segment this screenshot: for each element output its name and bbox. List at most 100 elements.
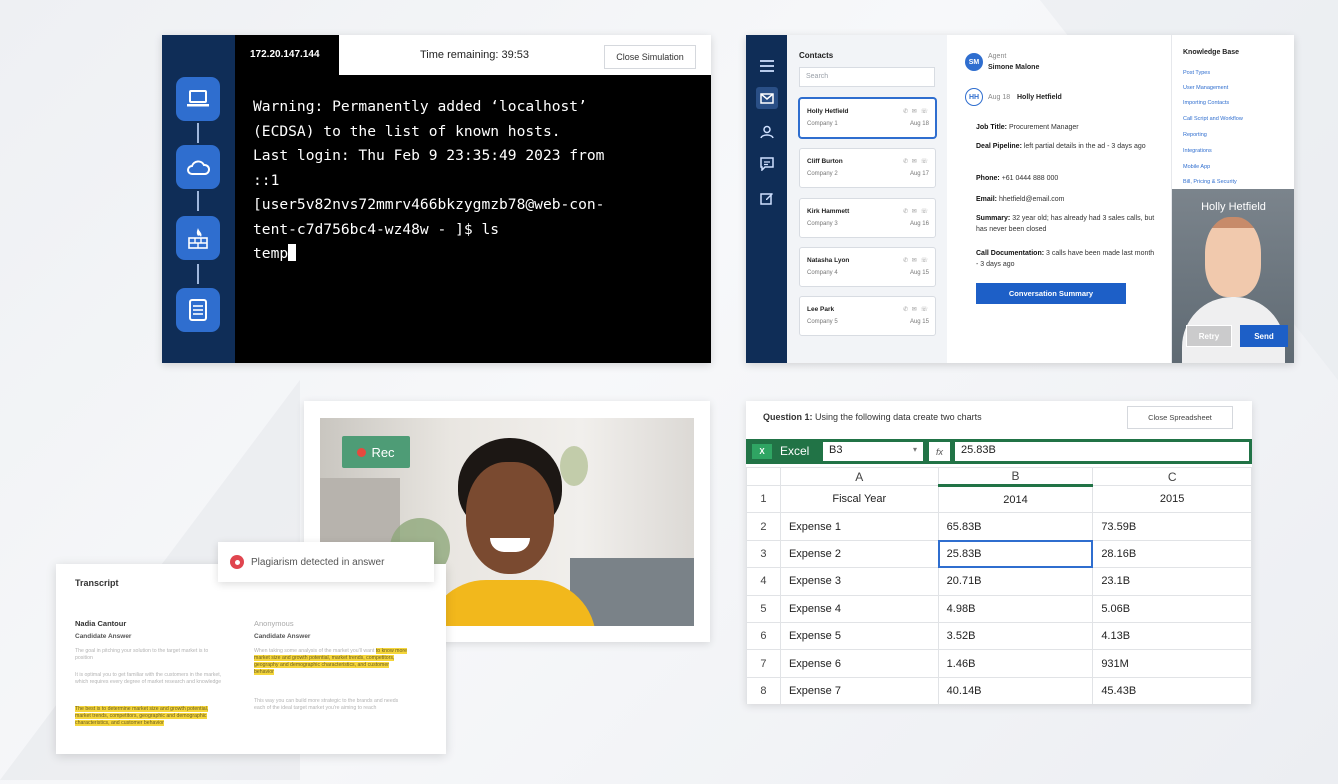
- contact-card[interactable]: Holly Hetfield ✆ ✉ ☏ Company 1 Aug 18: [799, 98, 936, 138]
- terminal-line: Warning: Permanently added ‘localhost’: [253, 98, 587, 115]
- contact-date: Aug 18: [909, 121, 929, 127]
- cell[interactable]: 4.13B: [1092, 621, 1252, 651]
- field-label: Call Documentation:: [976, 250, 1045, 257]
- alert-icon: [230, 555, 244, 569]
- column-header[interactable]: C: [1092, 467, 1252, 486]
- row-number[interactable]: 7: [746, 649, 781, 678]
- cell[interactable]: Expense 4: [779, 594, 939, 623]
- candidate-name: Nadia Cantour: [75, 619, 127, 628]
- terminal-line: ::1: [253, 171, 280, 189]
- cell[interactable]: 73.59B: [1092, 512, 1252, 541]
- record-indicator[interactable]: Rec: [342, 436, 410, 468]
- knowledge-base-title: Knowledge Base: [1183, 49, 1240, 56]
- cell[interactable]: Expense 3: [779, 567, 939, 596]
- mail-icon[interactable]: [756, 87, 778, 109]
- column-header[interactable]: B: [937, 467, 1094, 487]
- conversation-summary-button[interactable]: Conversation Summary: [976, 283, 1126, 304]
- plagiarism-highlight: The best is to determine market size and…: [75, 706, 209, 726]
- formula-input[interactable]: 25.83B: [955, 442, 1249, 461]
- cell[interactable]: Expense 6: [779, 649, 939, 678]
- table-row: 2 Expense 1 65.83B 73.59B: [746, 512, 1252, 541]
- excel-icon: X: [752, 444, 772, 459]
- kb-link[interactable]: Call Script and Workflow: [1183, 116, 1243, 122]
- answer-paragraph: It is optimal you to get familiar with t…: [75, 672, 222, 685]
- laptop-icon[interactable]: [176, 77, 220, 121]
- kb-link[interactable]: Integrations: [1183, 148, 1212, 154]
- kb-link[interactable]: Post Types: [1183, 70, 1210, 76]
- contact-search-input[interactable]: Search: [799, 67, 935, 87]
- thread-name: Holly Hetfield: [1017, 94, 1062, 101]
- cell[interactable]: Expense 5: [779, 621, 939, 651]
- contact-date: Aug 15: [909, 270, 929, 276]
- user-icon[interactable]: [756, 121, 778, 143]
- table-row: 1 Fiscal Year 2014 2015: [746, 484, 1252, 514]
- cell[interactable]: Fiscal Year: [779, 484, 939, 514]
- function-icon[interactable]: fx: [929, 442, 950, 461]
- contact-card[interactable]: Lee Park ✆ ✉ ☏ Company 5 Aug 15: [799, 296, 936, 336]
- field-value: left partial details in the ad - 3 days …: [1023, 143, 1146, 150]
- contact-company: Company 1: [807, 121, 838, 127]
- edit-icon[interactable]: [756, 187, 778, 209]
- cell[interactable]: 931M: [1092, 649, 1252, 678]
- field-value: hhetfield@email.com: [998, 196, 1065, 203]
- answer-paragraph: This way you can build more strategic to…: [254, 698, 399, 711]
- retry-button[interactable]: Retry: [1186, 325, 1232, 347]
- contact-date: Aug 15: [909, 319, 929, 325]
- close-spreadsheet-button[interactable]: Close Spreadsheet: [1127, 406, 1233, 429]
- cloud-icon[interactable]: [176, 145, 220, 189]
- selected-cell[interactable]: 25.83B: [937, 539, 1094, 569]
- kb-link[interactable]: Reporting: [1183, 132, 1207, 138]
- field-label: Email:: [976, 196, 998, 203]
- plagiarism-alert[interactable]: Plagiarism detected in answer: [218, 542, 434, 582]
- cell[interactable]: 5.06B: [1092, 594, 1252, 623]
- highlighted-answer: The best is to determine market size and…: [75, 706, 225, 727]
- cell[interactable]: 4.98B: [937, 594, 1094, 623]
- field-label: Job Title:: [976, 124, 1007, 131]
- menu-icon[interactable]: [756, 55, 778, 77]
- close-simulation-button[interactable]: Close Simulation: [604, 45, 696, 69]
- table-row: 6 Expense 5 3.52B 4.13B: [746, 621, 1252, 651]
- kb-link[interactable]: Mobile App: [1183, 164, 1210, 170]
- cell[interactable]: 28.16B: [1092, 539, 1252, 569]
- contact-card[interactable]: Kirk Hammett ✆ ✉ ☏ Company 3 Aug 16: [799, 198, 936, 238]
- cell[interactable]: 3.52B: [937, 621, 1094, 651]
- terminal-output[interactable]: Warning: Permanently added ‘localhost’ (E…: [253, 95, 693, 267]
- cell[interactable]: 20.71B: [937, 567, 1094, 596]
- firewall-icon[interactable]: [176, 216, 220, 260]
- cell[interactable]: Expense 1: [779, 512, 939, 541]
- crm-nav-rail: [746, 35, 787, 363]
- contacts-column: Contacts Search Holly Hetfield ✆ ✉ ☏ Com…: [787, 35, 947, 363]
- row-number[interactable]: 2: [746, 512, 781, 541]
- terminal-line: Last login: Thu Feb 9 23:35:49 2023 from: [253, 147, 605, 164]
- record-dot-icon: [357, 447, 367, 457]
- row-number[interactable]: 6: [746, 621, 781, 651]
- row-number[interactable]: 1: [746, 484, 781, 514]
- row-number[interactable]: 4: [746, 567, 781, 596]
- send-button[interactable]: Send: [1240, 325, 1288, 347]
- kb-link[interactable]: Bill, Pricing & Security: [1183, 179, 1237, 185]
- contact-card[interactable]: Cliff Burton ✆ ✉ ☏ Company 2 Aug 17: [799, 148, 936, 188]
- row-number[interactable]: 8: [746, 676, 781, 704]
- cell[interactable]: 2014: [937, 484, 1094, 514]
- terminal-line: [user5v82nvs72mmrv466bkzygmzb78@web-con-: [253, 196, 605, 213]
- column-header[interactable]: A: [779, 467, 939, 486]
- cell[interactable]: 1.46B: [937, 649, 1094, 678]
- row-number[interactable]: 3: [746, 539, 781, 569]
- kb-link[interactable]: Importing Contacts: [1183, 100, 1229, 106]
- cell[interactable]: Expense 7: [779, 676, 939, 704]
- chat-icon[interactable]: [756, 153, 778, 175]
- cell[interactable]: 65.83B: [937, 512, 1094, 541]
- kb-link[interactable]: User Management: [1183, 85, 1228, 91]
- cell[interactable]: 40.14B: [937, 676, 1094, 704]
- cell[interactable]: 23.1B: [1092, 567, 1252, 596]
- server-icon[interactable]: [176, 288, 220, 332]
- row-number[interactable]: 5: [746, 594, 781, 623]
- contact-card[interactable]: Natasha Lyon ✆ ✉ ☏ Company 4 Aug 15: [799, 247, 936, 287]
- terminal-line: temp: [253, 245, 289, 262]
- answer-paragraph: When taking some analysis of the market …: [254, 648, 409, 676]
- cell-name-box[interactable]: B3 ▾: [823, 442, 923, 461]
- cell[interactable]: 45.43B: [1092, 676, 1252, 704]
- contact-name: Kirk Hammett: [807, 208, 850, 215]
- cell[interactable]: 2015: [1092, 484, 1252, 514]
- cell[interactable]: Expense 2: [779, 539, 939, 569]
